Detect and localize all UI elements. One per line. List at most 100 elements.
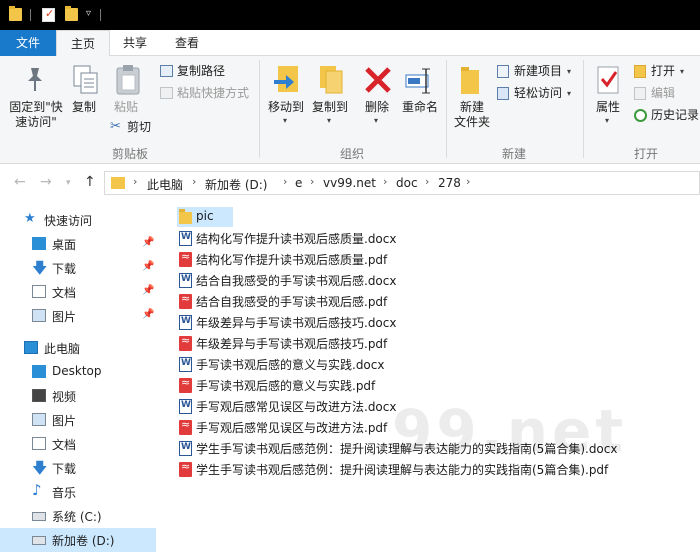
file-name: 手写观后感常见误区与改进方法.pdf (196, 421, 388, 435)
rename-icon (405, 68, 430, 94)
new-folder-button[interactable]: 新建 文件夹 (448, 100, 496, 130)
properties-icon (597, 66, 619, 94)
nav-item-downloads[interactable]: 🡇 下载 📌 (0, 256, 156, 280)
breadcrumb-doc[interactable]: doc (396, 176, 418, 190)
new-item-chevron-down-icon[interactable]: ▾ (567, 67, 571, 76)
breadcrumb-e[interactable]: e (295, 176, 302, 190)
properties-quick-icon[interactable] (42, 7, 55, 22)
nav-item-documents[interactable]: 文档 📌 (0, 280, 156, 304)
file-row[interactable]: 手写读书观后感的意义与实践.pdf (177, 375, 637, 395)
file-row[interactable]: 学生手写读书观后感范例：提升阅读理解与表达能力的实践指南(5篇合集).pdf (177, 459, 637, 479)
open-button[interactable]: 打开 (651, 63, 675, 79)
easy-access-button[interactable]: 轻松访问 (514, 85, 562, 101)
breadcrumb-separator-icon[interactable]: › (383, 175, 387, 188)
file-row[interactable]: 学生手写读书观后感范例：提升阅读理解与表达能力的实践指南(5篇合集).docx (177, 438, 637, 458)
file-row[interactable]: 年级差异与手写读书观后感技巧.pdf (177, 333, 637, 353)
edit-button[interactable]: 编辑 (651, 85, 675, 101)
open-chevron-down-icon[interactable]: ▾ (680, 67, 684, 76)
forward-arrow-icon[interactable]: → (40, 174, 52, 190)
nav-item-label: 新加卷 (D:) (52, 534, 115, 548)
tab-view[interactable]: 查看 (164, 30, 210, 56)
pin-icon[interactable]: 📌 (142, 309, 154, 320)
nav-this-pc[interactable]: 此电脑 (0, 336, 156, 360)
paste-shortcut-button[interactable]: 粘贴快捷方式 (177, 85, 249, 101)
nav-quick-access[interactable]: ★ 快速访问 (0, 208, 156, 232)
file-row[interactable]: 结合自我感受的手写读书观后感.pdf (177, 291, 637, 311)
file-name: 结合自我感受的手写读书观后感.pdf (196, 295, 388, 309)
properties-chevron-down-icon[interactable]: ▾ (605, 116, 609, 125)
tab-file[interactable]: 文件 (0, 30, 56, 56)
pin-icon[interactable]: 📌 (142, 237, 154, 248)
file-row[interactable]: 手写读书观后感的意义与实践.docx (177, 354, 637, 374)
delete-button[interactable]: 删除 (360, 100, 394, 115)
nav-item-label: 系统 (C:) (52, 510, 102, 524)
up-arrow-icon[interactable]: ↑ (84, 174, 96, 190)
nav-item-drive-c[interactable]: 系统 (C:) (0, 504, 156, 528)
nav-item-drive-d[interactable]: 新加卷 (D:) (0, 528, 156, 552)
nav-item-label: 下载 (52, 262, 77, 276)
nav-item-label: 此电脑 (44, 342, 81, 356)
nav-item-music[interactable]: ♪ 音乐 (0, 480, 156, 504)
new-folder-quick-icon[interactable] (65, 6, 78, 21)
pin-icon[interactable]: 📌 (142, 285, 154, 296)
address-bar[interactable]: › 此电脑 › 新加卷 (D:) › e › vv99.net › doc › … (104, 171, 700, 195)
tab-home[interactable]: 主页 (56, 30, 110, 57)
file-name: 结构化写作提升读书观后感质量.docx (196, 232, 397, 246)
recent-locations-chevron-down-icon[interactable]: ▾ (66, 178, 71, 188)
properties-button[interactable]: 属性 (590, 100, 626, 115)
back-arrow-icon[interactable]: ← (14, 174, 26, 190)
file-row[interactable]: 手写观后感常见误区与改进方法.docx (177, 396, 637, 416)
star-icon: ★ (24, 211, 36, 226)
toolbar-divider (100, 9, 101, 21)
pin-quick-access-button[interactable]: 固定到"快速访问" (4, 100, 68, 130)
file-row[interactable]: 结构化写作提升读书观后感质量.pdf (177, 249, 637, 269)
nav-item-pc-pictures[interactable]: 图片 (0, 408, 156, 432)
file-row[interactable]: 手写观后感常见误区与改进方法.pdf (177, 417, 637, 437)
easy-access-chevron-down-icon[interactable]: ▾ (567, 89, 571, 98)
move-to-button[interactable]: 移动到 (264, 100, 308, 115)
new-item-button[interactable]: 新建项目 (514, 63, 562, 79)
easy-access-icon (497, 87, 509, 100)
history-button[interactable]: 历史记录 (651, 107, 699, 123)
breadcrumb-vv99net[interactable]: vv99.net (323, 176, 376, 190)
move-to-chevron-down-icon[interactable]: ▾ (283, 116, 287, 125)
breadcrumb-separator-icon[interactable]: › (283, 175, 287, 188)
nav-item-desktop[interactable]: 桌面 📌 (0, 232, 156, 256)
copy-to-chevron-down-icon[interactable]: ▾ (327, 116, 331, 125)
open-group-label: 打开 (633, 147, 658, 161)
tab-share[interactable]: 共享 (112, 30, 158, 56)
customize-toolbar-chevron-icon[interactable]: ▿ (86, 8, 91, 19)
breadcrumb-this-pc[interactable]: 此电脑 (147, 176, 183, 193)
breadcrumb-separator-icon[interactable]: › (310, 175, 314, 188)
breadcrumb-separator-icon[interactable]: › (466, 175, 470, 188)
copy-button[interactable]: 复制 (68, 100, 100, 115)
breadcrumb-drive-d[interactable]: 新加卷 (D:) (205, 176, 267, 193)
file-row[interactable]: 结合自我感受的手写读书观后感.docx (177, 270, 637, 290)
nav-item-pc-documents[interactable]: 文档 (0, 432, 156, 456)
file-name: 手写读书观后感的意义与实践.pdf (196, 379, 376, 393)
file-row[interactable]: 年级差异与手写读书观后感技巧.docx (177, 312, 637, 332)
group-divider (446, 60, 447, 158)
new-folder-icon (461, 67, 479, 94)
breadcrumb-separator-icon[interactable]: › (133, 175, 137, 188)
cut-button[interactable]: 剪切 (127, 119, 151, 135)
file-row[interactable]: 结构化写作提升读书观后感质量.docx (177, 228, 637, 248)
nav-item-pictures[interactable]: 图片 📌 (0, 304, 156, 328)
copy-path-button[interactable]: 复制路径 (177, 63, 225, 79)
breadcrumb-separator-icon[interactable]: › (425, 175, 429, 188)
pin-icon[interactable]: 📌 (142, 261, 154, 272)
nav-item-pc-downloads[interactable]: 🡇 下载 (0, 456, 156, 480)
breadcrumb-separator-icon[interactable]: › (192, 175, 196, 188)
new-group-label: 新建 (501, 147, 526, 161)
download-arrow-icon: 🡇 (32, 459, 48, 477)
nav-item-desktop-folder[interactable]: Desktop (0, 360, 156, 384)
breadcrumb-278[interactable]: 278 (438, 176, 461, 190)
paste-button[interactable]: 粘贴 (110, 100, 142, 115)
desktop-icon (32, 365, 46, 378)
copy-to-button[interactable]: 复制到 (308, 100, 352, 115)
delete-chevron-down-icon[interactable]: ▾ (374, 116, 378, 125)
folder-row[interactable]: pic (177, 207, 233, 227)
nav-item-videos[interactable]: 视频 (0, 384, 156, 408)
pdf-file-icon (179, 334, 192, 351)
rename-button[interactable]: 重命名 (398, 100, 442, 115)
